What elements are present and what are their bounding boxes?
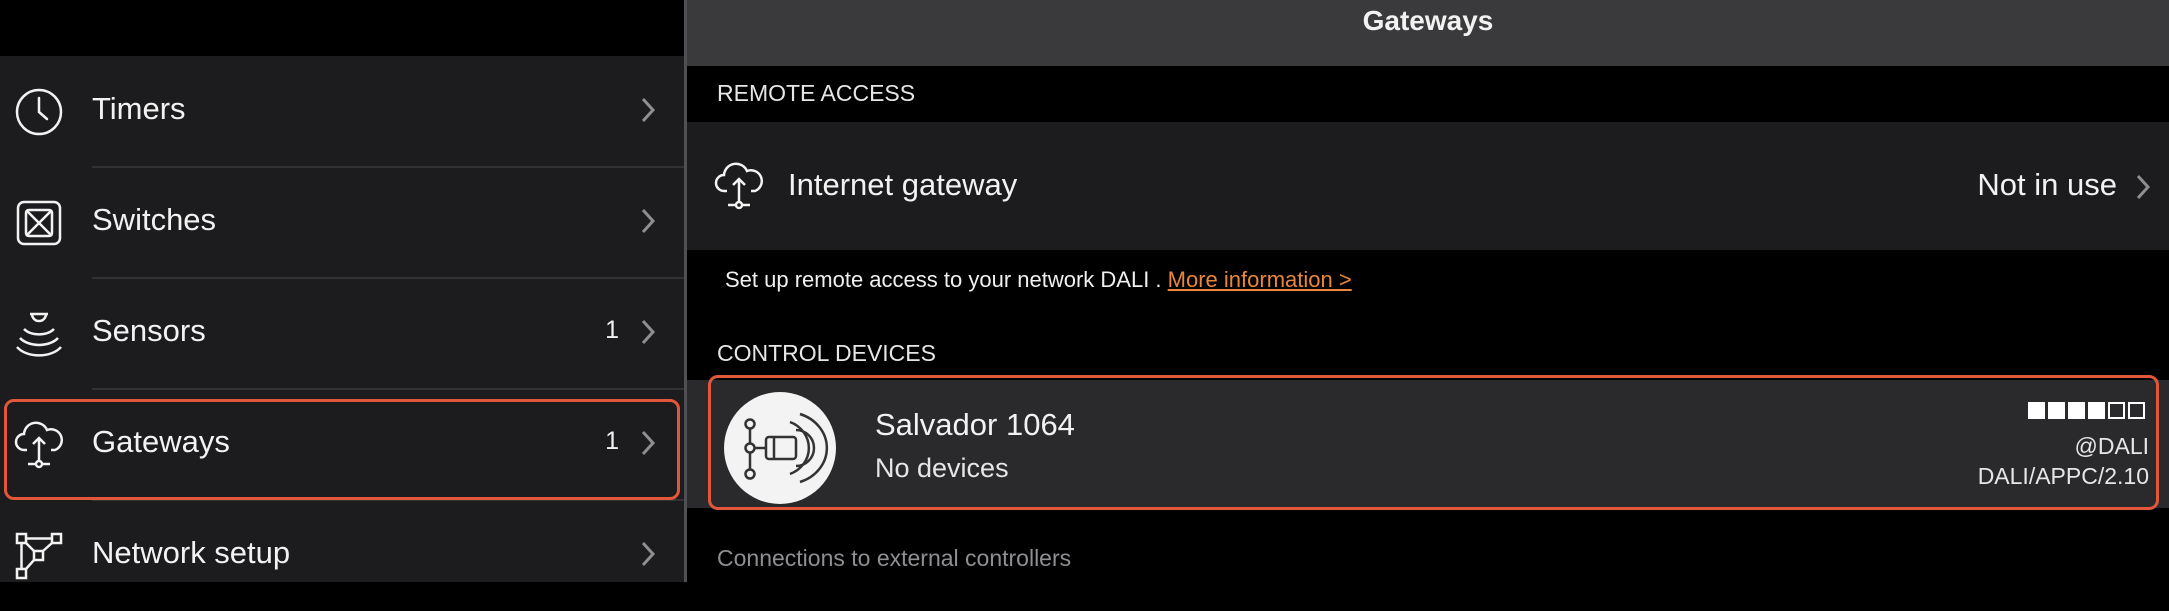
signal-bar-filled bbox=[2028, 402, 2045, 419]
remote-access-info: Set up remote access to your network DAL… bbox=[725, 267, 1352, 293]
chevron-right-icon bbox=[641, 208, 656, 234]
detail-panel: Gateways REMOTE ACCESS Internet gateway … bbox=[687, 0, 2169, 582]
device-version: DALI/APPC/2.10 bbox=[1977, 463, 2149, 489]
internet-gateway-status: Not in use bbox=[1977, 167, 2117, 202]
clock-icon bbox=[14, 87, 64, 137]
chevron-right-icon bbox=[641, 541, 656, 567]
count-badge: 1 bbox=[605, 316, 619, 344]
sidebar: Timers Switches Sensors 1 Gateways 1 Net… bbox=[0, 0, 684, 582]
navigation-bar: Gateways bbox=[687, 0, 2169, 66]
signal-bar-empty bbox=[2108, 402, 2125, 419]
signal-bar-filled bbox=[2068, 402, 2085, 419]
sidebar-item-label: Sensors bbox=[92, 313, 206, 348]
sidebar-item-label: Timers bbox=[92, 91, 186, 126]
dali-controller-icon bbox=[722, 390, 838, 506]
section-header-control-devices: CONTROL DEVICES bbox=[717, 340, 936, 366]
device-address: @DALI bbox=[2074, 433, 2149, 459]
signal-strength-indicator bbox=[2028, 402, 2145, 422]
more-information-link[interactable]: More information > bbox=[1168, 267, 1352, 292]
device-subtitle: No devices bbox=[875, 453, 1009, 483]
network-icon bbox=[14, 531, 64, 581]
remote-access-info-text: Set up remote access to your network DAL… bbox=[725, 267, 1162, 292]
sidebar-top-bar bbox=[0, 0, 684, 56]
sidebar-item-label: Network setup bbox=[92, 535, 291, 570]
device-name: Salvador 1064 bbox=[875, 407, 1075, 442]
signal-bar-empty bbox=[2128, 402, 2145, 419]
sensor-icon bbox=[14, 309, 64, 359]
sidebar-item-gateways[interactable]: Gateways 1 bbox=[0, 389, 684, 500]
page-title: Gateways bbox=[1362, 5, 1494, 36]
sidebar-item-label: Switches bbox=[92, 202, 217, 237]
chevron-right-icon bbox=[641, 430, 656, 456]
control-device-row[interactable]: Salvador 1064 No devices @DALI DALI/APPC… bbox=[687, 380, 2169, 508]
external-controllers-label: Connections to external controllers bbox=[717, 545, 1072, 571]
sidebar-item-network-setup[interactable]: Network setup bbox=[0, 500, 684, 611]
internet-gateway-label: Internet gateway bbox=[788, 167, 1018, 202]
chevron-right-icon bbox=[2136, 174, 2151, 200]
switch-icon bbox=[14, 198, 64, 248]
sidebar-item-sensors[interactable]: Sensors 1 bbox=[0, 278, 684, 389]
signal-bar-filled bbox=[2048, 402, 2065, 419]
cloud-gateway-icon bbox=[14, 420, 64, 470]
chevron-right-icon bbox=[641, 319, 656, 345]
sidebar-item-label: Gateways bbox=[92, 424, 230, 459]
chevron-right-icon bbox=[641, 97, 656, 123]
internet-gateway-row[interactable]: Internet gateway Not in use bbox=[687, 122, 2169, 250]
cloud-gateway-icon bbox=[714, 161, 764, 211]
sidebar-item-switches[interactable]: Switches bbox=[0, 167, 684, 278]
signal-bar-filled bbox=[2088, 402, 2105, 419]
section-header-remote-access: REMOTE ACCESS bbox=[717, 80, 916, 106]
sidebar-item-timers[interactable]: Timers bbox=[0, 56, 684, 167]
count-badge: 1 bbox=[605, 427, 619, 455]
